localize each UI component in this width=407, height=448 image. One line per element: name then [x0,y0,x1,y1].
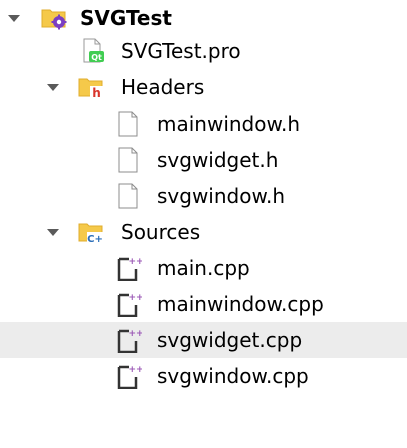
file-label: mainwindow.cpp [157,292,324,316]
tree-row-header-file[interactable]: svgwindow.h [0,178,407,214]
file-label: svgwindow.cpp [157,364,309,388]
headers-folder-label: Headers [121,75,205,99]
project-tree: SVGTest Qt SVGTest.pro h Headers mainwin… [0,0,407,448]
tree-row-project[interactable]: SVGTest [0,0,407,36]
tree-row-sources[interactable]: C+ Sources [0,214,407,250]
expand-arrow-icon[interactable] [47,229,59,236]
project-folder-gear-icon [41,5,67,31]
pro-file-label: SVGTest.pro [121,39,241,63]
cpp-file-icon: ++ [116,363,142,389]
file-label: svgwidget.cpp [157,328,303,352]
project-name: SVGTest [80,6,172,30]
qt-project-file-icon: Qt [80,38,106,64]
svg-text:++: ++ [128,365,142,375]
file-label: svgwidget.h [157,148,279,172]
tree-row-source-file-selected[interactable]: ++ svgwidget.cpp [0,322,407,358]
headers-folder-icon: h [78,74,104,100]
svg-text:++: ++ [128,293,142,303]
sources-folder-label: Sources [121,220,201,244]
header-file-icon [116,147,142,173]
svg-text:++: ++ [128,257,142,267]
tree-row-source-file[interactable]: ++ main.cpp [0,250,407,286]
expand-arrow-icon[interactable] [8,15,20,22]
header-file-icon [116,183,142,209]
tree-row-headers[interactable]: h Headers [0,69,407,105]
file-label: svgwindow.h [157,184,286,208]
svg-text:Qt: Qt [91,53,102,62]
cpp-file-icon: ++ [116,255,142,281]
tree-row-header-file[interactable]: svgwidget.h [0,142,407,178]
expand-arrow-icon[interactable] [47,84,59,91]
svg-text:C+: C+ [87,234,103,245]
tree-row-source-file[interactable]: ++ svgwindow.cpp [0,358,407,394]
svg-text:h: h [92,86,101,100]
tree-row-header-file[interactable]: mainwindow.h [0,106,407,142]
sources-folder-icon: C+ [78,219,104,245]
svg-text:++: ++ [128,329,142,339]
header-file-icon [116,111,142,137]
tree-row-source-file[interactable]: ++ mainwindow.cpp [0,286,407,322]
cpp-file-icon: ++ [116,291,142,317]
file-label: main.cpp [157,256,250,280]
tree-row-pro-file[interactable]: Qt SVGTest.pro [0,33,407,69]
file-label: mainwindow.h [157,112,301,136]
cpp-file-icon: ++ [116,327,142,353]
